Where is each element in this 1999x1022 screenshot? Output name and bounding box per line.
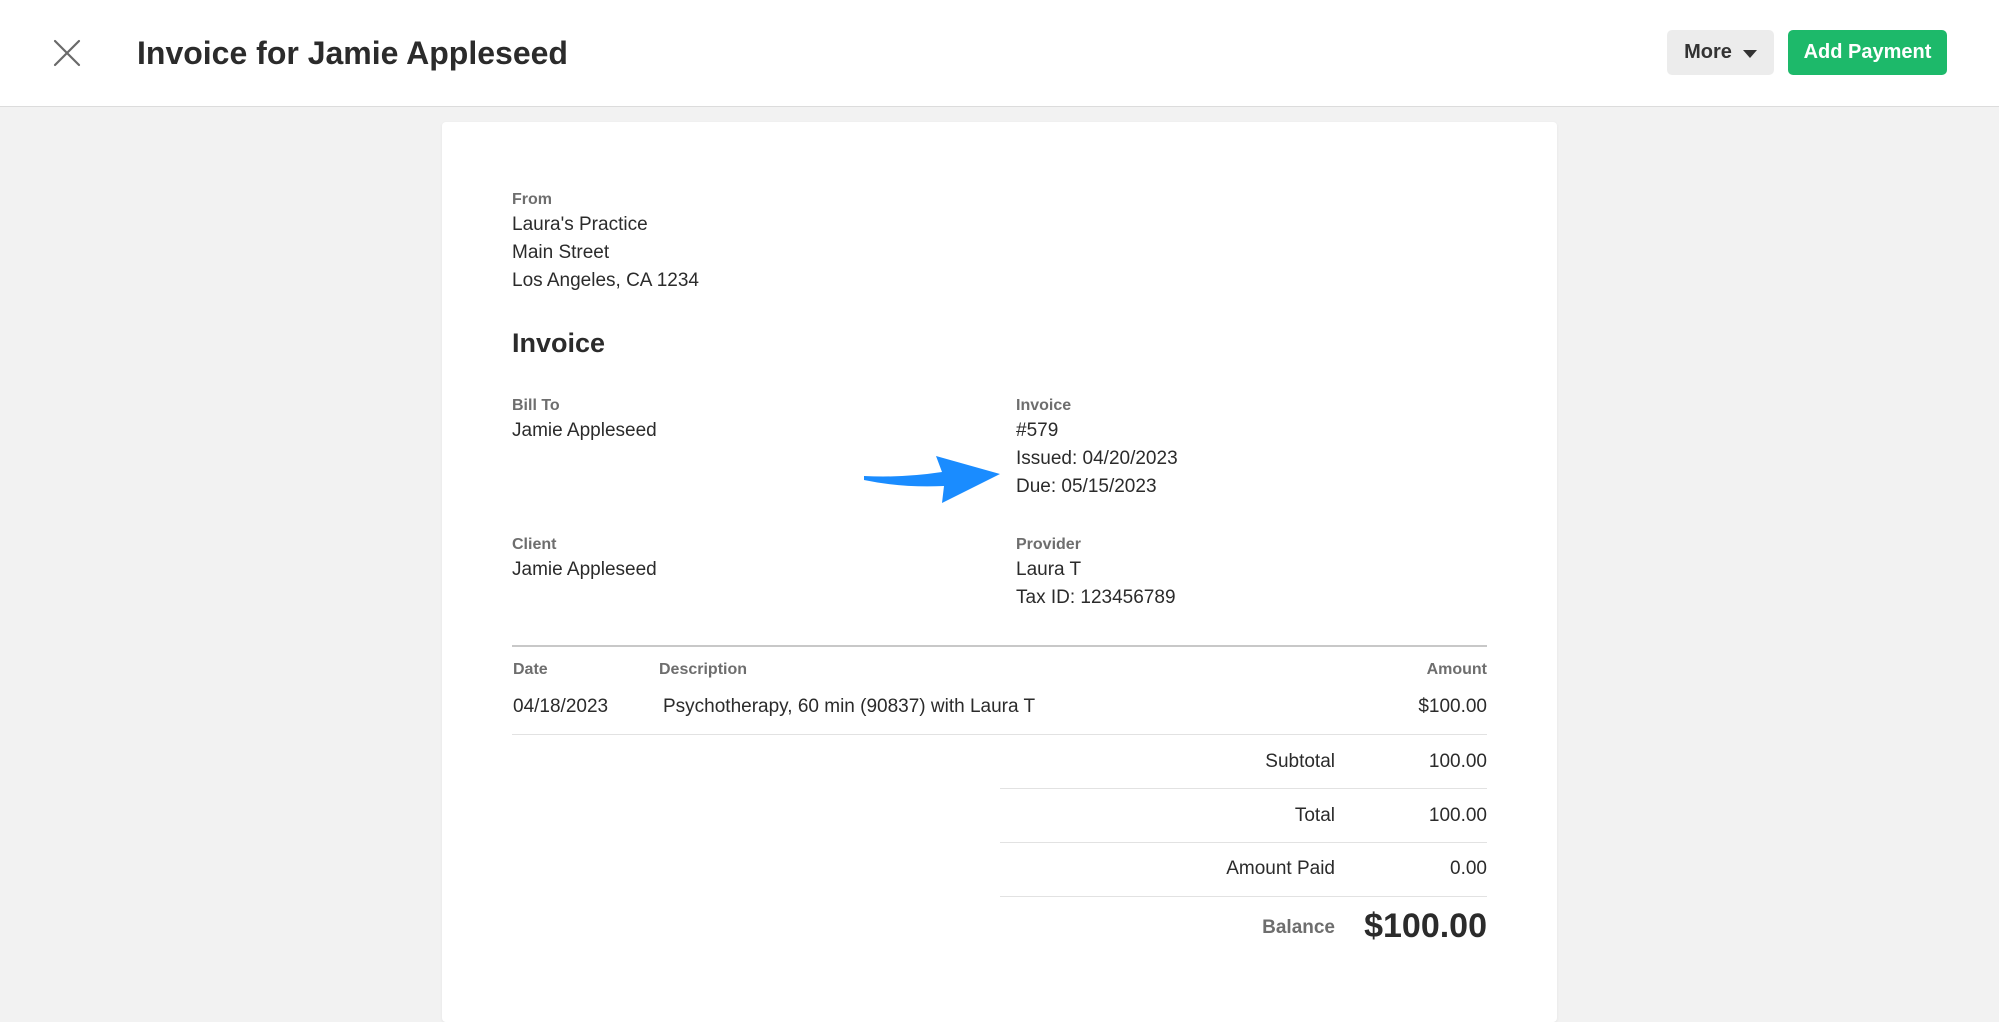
total-divider bbox=[1000, 842, 1487, 843]
close-icon bbox=[53, 39, 81, 67]
more-button[interactable]: More bbox=[1667, 30, 1774, 75]
bill-to-label: Bill To bbox=[512, 397, 560, 414]
provider-label: Provider bbox=[1016, 536, 1081, 553]
row-divider bbox=[512, 734, 1487, 735]
subtotal-value: 100.00 bbox=[1428, 751, 1487, 772]
invoice-due-date: Due: 05/15/2023 bbox=[1016, 476, 1157, 497]
row-description: Psychotherapy, 60 min (90837) with Laura… bbox=[663, 696, 1036, 717]
invoice-number: #579 bbox=[1016, 420, 1059, 441]
total-label: Total bbox=[1294, 805, 1335, 826]
balance-label: Balance bbox=[1262, 917, 1335, 938]
column-header-amount: Amount bbox=[1426, 661, 1487, 678]
from-label: From bbox=[512, 191, 552, 208]
amount-paid-divider bbox=[1000, 896, 1487, 897]
caret-down-icon bbox=[1742, 49, 1757, 58]
arrow-right-icon bbox=[864, 456, 1000, 503]
subtotal-label: Subtotal bbox=[1265, 751, 1335, 772]
provider-tax-id: Tax ID: 123456789 bbox=[1016, 587, 1176, 608]
from-city: Los Angeles, CA 1234 bbox=[512, 270, 699, 291]
invoice-info-label: Invoice bbox=[1016, 397, 1072, 414]
row-amount: $100.00 bbox=[1418, 696, 1487, 717]
bill-to-name: Jamie Appleseed bbox=[512, 420, 657, 441]
amount-paid-value: 0.00 bbox=[1450, 858, 1487, 879]
more-button-label: More bbox=[1684, 41, 1732, 63]
page-title: Invoice for Jamie Appleseed bbox=[137, 35, 568, 71]
balance-value: $100.00 bbox=[1364, 907, 1487, 945]
invoice-document: From Laura's Practice Main Street Los An… bbox=[442, 122, 1557, 1022]
provider-name: Laura T bbox=[1016, 559, 1082, 580]
subtotal-divider bbox=[1000, 788, 1487, 789]
column-header-date: Date bbox=[513, 661, 548, 678]
table-top-divider bbox=[512, 645, 1487, 647]
column-header-description: Description bbox=[659, 661, 748, 678]
add-payment-button[interactable]: Add Payment bbox=[1788, 30, 1947, 75]
invoice-heading: Invoice bbox=[512, 328, 606, 358]
from-street: Main Street bbox=[512, 242, 610, 263]
amount-paid-label: Amount Paid bbox=[1226, 858, 1335, 879]
invoice-issued-date: Issued: 04/20/2023 bbox=[1016, 448, 1178, 469]
total-value: 100.00 bbox=[1428, 805, 1487, 826]
client-name: Jamie Appleseed bbox=[512, 559, 657, 580]
client-label: Client bbox=[512, 536, 557, 553]
row-date: 04/18/2023 bbox=[513, 696, 609, 717]
top-bar: Invoice for Jamie Appleseed More Add Pay… bbox=[0, 0, 1999, 107]
from-name: Laura's Practice bbox=[512, 214, 648, 235]
close-button[interactable] bbox=[40, 26, 94, 80]
